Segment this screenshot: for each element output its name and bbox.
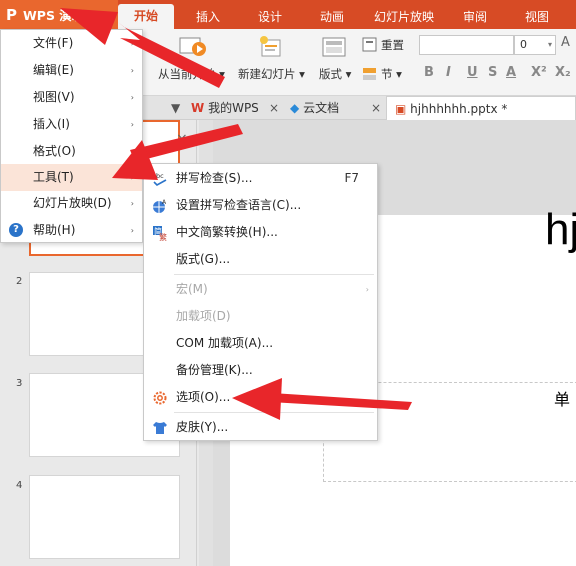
tab-view[interactable]: 视图 bbox=[514, 0, 560, 29]
wps-logo-icon: P bbox=[6, 5, 17, 24]
tab-insert[interactable]: 插入 bbox=[182, 0, 234, 29]
layout-button[interactable]: 版式 ▾ bbox=[319, 66, 351, 82]
superscript-button[interactable]: X² bbox=[531, 65, 547, 80]
tab-list-chevron-icon[interactable]: ▼ bbox=[171, 96, 180, 120]
italic-button[interactable]: I bbox=[446, 65, 451, 80]
language-globe-icon: A bbox=[153, 199, 167, 213]
bold-button[interactable]: B bbox=[424, 65, 434, 80]
submenu-arrow-icon: › bbox=[130, 173, 134, 182]
svg-text:abc: abc bbox=[152, 172, 164, 180]
new-slide-icon bbox=[260, 36, 281, 57]
submenu-arrow-icon: › bbox=[130, 66, 134, 75]
strikethrough-button[interactable]: S bbox=[488, 65, 497, 80]
reset-icon bbox=[362, 37, 377, 52]
subscript-button[interactable]: X₂ bbox=[555, 65, 571, 80]
submenu-arrow-icon: › bbox=[130, 39, 134, 48]
menu-item-layout[interactable]: 版式(G)... bbox=[144, 246, 377, 273]
slide-number: 2 bbox=[16, 276, 23, 287]
menu-item-chinese-convert[interactable]: 简 繁 中文简繁转换(H)... bbox=[144, 219, 377, 246]
menu-item-file[interactable]: 文件(F) › bbox=[1, 30, 142, 57]
submenu-arrow-icon: › bbox=[365, 285, 369, 294]
submenu-arrow-icon: › bbox=[130, 147, 134, 156]
menu-item-addins: 加载项(D) bbox=[176, 309, 231, 323]
gear-icon bbox=[153, 391, 167, 405]
close-icon[interactable]: × bbox=[269, 96, 279, 120]
menu-item-spell-language[interactable]: A 设置拼写检查语言(C)... bbox=[144, 192, 377, 219]
chinese-convert-icon: 简 繁 bbox=[153, 226, 167, 241]
menu-item-com-addins[interactable]: COM 加载项(A)... bbox=[144, 330, 377, 357]
section-button[interactable]: 节 ▾ bbox=[381, 66, 402, 82]
menu-item-view[interactable]: 视图(V) › bbox=[1, 84, 142, 111]
underline-button[interactable]: U bbox=[467, 65, 478, 80]
font-size-select[interactable]: 0 ▾ bbox=[514, 35, 556, 55]
tab-design[interactable]: 设计 bbox=[244, 0, 296, 29]
submenu-arrow-icon: › bbox=[130, 120, 134, 129]
menu-separator bbox=[174, 412, 374, 413]
menu-item-format[interactable]: 格式(O) › bbox=[1, 138, 142, 165]
section-icon bbox=[363, 68, 376, 80]
tab-my-wps[interactable]: W 我的WPS bbox=[191, 96, 259, 120]
submenu-arrow-icon: › bbox=[130, 226, 134, 235]
font-color-button[interactable]: A bbox=[506, 65, 516, 80]
from-current-button[interactable]: 从当前开始 ▾ bbox=[158, 66, 225, 82]
slide-title-text[interactable]: hj bbox=[545, 205, 576, 255]
chevron-down-icon: ▾ bbox=[547, 40, 552, 49]
menu-item-skin[interactable]: 皮肤(Y)... bbox=[144, 414, 377, 441]
svg-text:A: A bbox=[162, 199, 167, 206]
tab-animation[interactable]: 动画 bbox=[306, 0, 358, 29]
slide-number: 4 bbox=[16, 480, 23, 491]
tab-current-file[interactable]: ▣ hjhhhhhh.pptx * bbox=[386, 96, 576, 120]
tab-slideshow[interactable]: 幻灯片放映 bbox=[366, 0, 442, 29]
tools-submenu: abc 拼写检查(S)... F7 A 设置拼写检查语言(C)... 简 繁 中… bbox=[143, 163, 378, 441]
subtitle-text: 单 bbox=[554, 390, 571, 409]
svg-text:繁: 繁 bbox=[159, 232, 167, 241]
title-menu-bar: P WPS 演示 ▾ 开始 插入 设计 动画 幻灯片放映 审阅 视图 bbox=[0, 0, 576, 29]
reset-button[interactable]: 重置 bbox=[381, 37, 404, 53]
menu-item-help[interactable]: ? 帮助(H) › bbox=[1, 217, 142, 244]
menu-item-spell-check[interactable]: abc 拼写检查(S)... F7 bbox=[144, 165, 377, 192]
menu-item-macro: 宏(M) › bbox=[144, 276, 377, 303]
tab-review[interactable]: 审阅 bbox=[452, 0, 498, 29]
help-icon: ? bbox=[9, 223, 23, 237]
menu-item-slideshow[interactable]: 幻灯片放映(D) › bbox=[1, 190, 142, 217]
skin-shirt-icon bbox=[153, 422, 167, 434]
slide-number: 3 bbox=[16, 378, 23, 389]
slide-thumbnail[interactable] bbox=[29, 475, 180, 559]
play-from-current-icon bbox=[179, 37, 206, 56]
submenu-arrow-icon: › bbox=[130, 93, 134, 102]
wps-app-menu-button[interactable]: P WPS 演示 ▾ bbox=[0, 0, 118, 29]
wps-logo-icon: W bbox=[191, 101, 205, 115]
new-slide-button[interactable]: 新建幻灯片 ▾ bbox=[238, 66, 305, 82]
font-family-select[interactable] bbox=[419, 35, 514, 55]
layout-icon bbox=[322, 37, 346, 57]
menu-item-edit[interactable]: 编辑(E) › bbox=[1, 57, 142, 84]
menu-item-insert[interactable]: 插入(I) › bbox=[1, 111, 142, 138]
cloud-cube-icon: ◆ bbox=[290, 101, 300, 115]
grow-font-icon[interactable]: A bbox=[561, 35, 570, 50]
document-tab-bar: ▼ W 我的WPS × ◆ 云文档 × ▣ hjhhhhhh.pptx * bbox=[143, 96, 576, 120]
app-name: WPS 演示 bbox=[23, 8, 85, 23]
pptx-file-icon: ▣ bbox=[395, 102, 407, 116]
menu-item-options[interactable]: 选项(O)... bbox=[144, 384, 377, 411]
submenu-arrow-icon: › bbox=[130, 199, 134, 208]
close-icon[interactable]: × bbox=[371, 96, 381, 120]
tab-home[interactable]: 开始 bbox=[118, 4, 174, 29]
menu-separator bbox=[174, 274, 374, 275]
tab-cloud-docs[interactable]: ◆ 云文档 bbox=[290, 96, 339, 120]
wps-main-menu: 文件(F) › 编辑(E) › 视图(V) › 插入(I) › 格式(O) › … bbox=[0, 29, 143, 243]
close-panel-icon[interactable]: × bbox=[176, 131, 188, 147]
menu-item-tools[interactable]: 工具(T) › bbox=[1, 164, 142, 191]
spell-check-icon: abc bbox=[152, 172, 167, 186]
menu-item-backup[interactable]: 备份管理(K)... bbox=[144, 357, 377, 384]
chevron-down-icon: ▾ bbox=[92, 9, 97, 20]
